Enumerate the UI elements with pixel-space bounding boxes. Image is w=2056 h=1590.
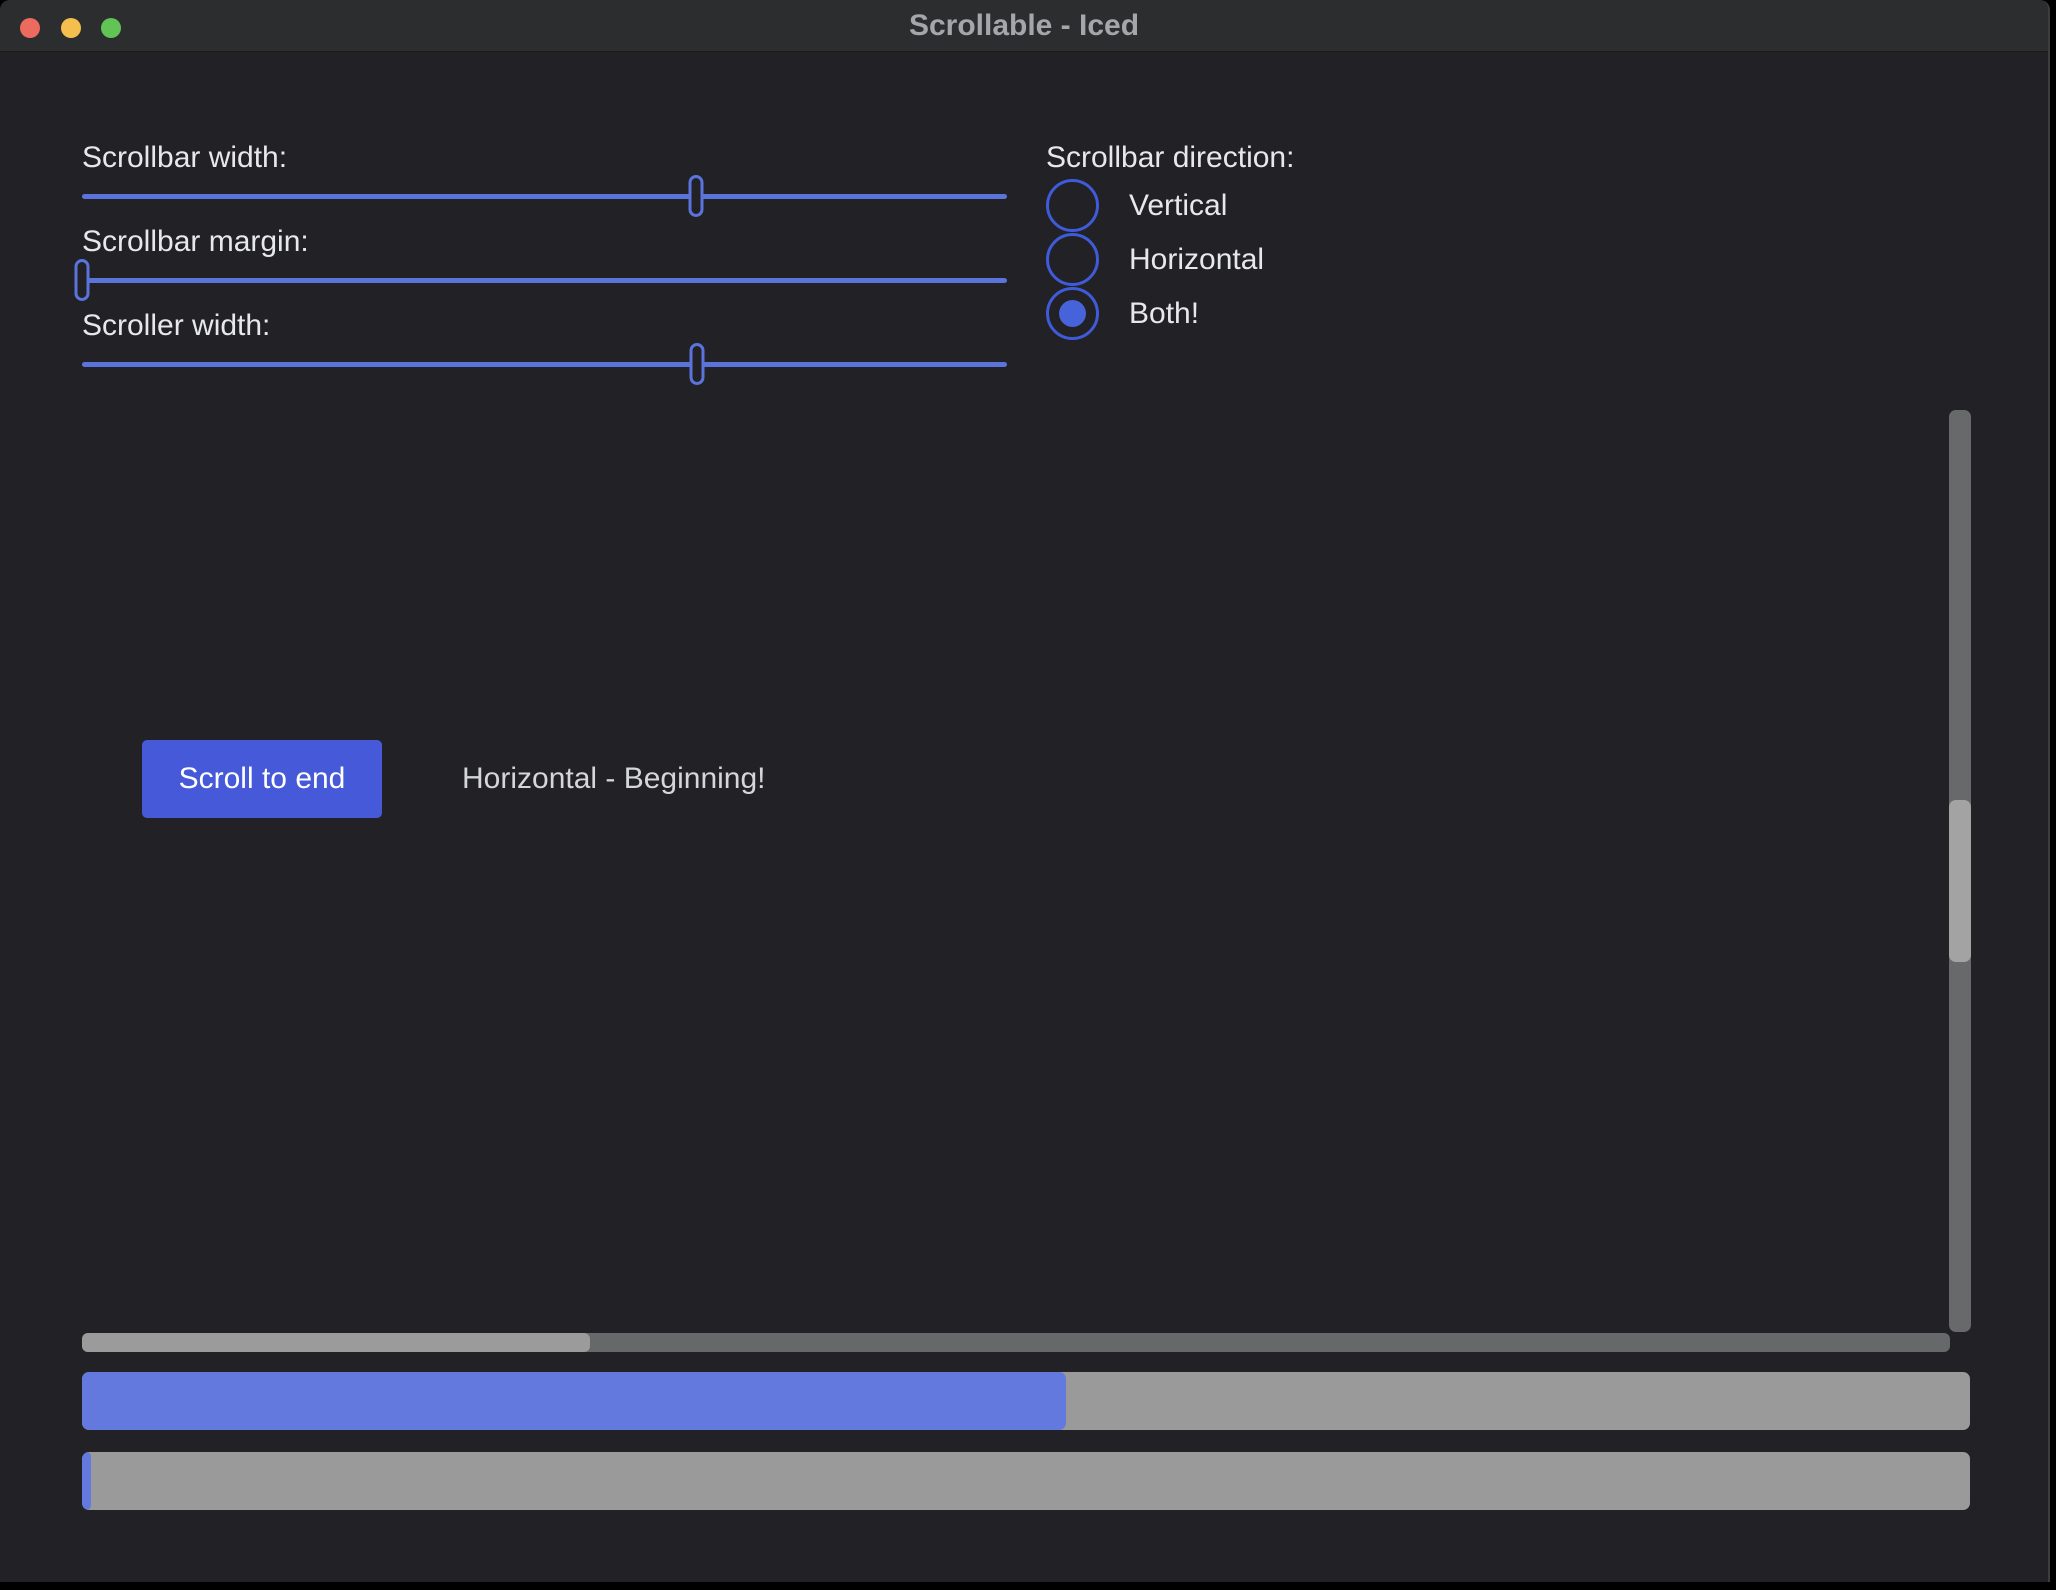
- scrollbar-width-slider-group: Scrollbar width:: [82, 140, 1007, 224]
- horizontal-scrollbar-track[interactable]: [82, 1333, 1950, 1352]
- scroller-width-label: Scroller width:: [82, 308, 1007, 344]
- scrollbar-direction-header: Scrollbar direction:: [1046, 140, 1466, 176]
- scrollbar-margin-slider-rail[interactable]: [82, 278, 1007, 283]
- vertical-progress-fill: [82, 1452, 91, 1510]
- radio-horizontal-label: Horizontal: [1129, 243, 1264, 277]
- radio-vertical-label: Vertical: [1129, 189, 1227, 223]
- radio-both[interactable]: Both!: [1046, 287, 1199, 340]
- scrollbar-direction-group: Scrollbar direction: Vertical Horizontal…: [1046, 140, 1466, 176]
- scroll-to-end-button[interactable]: Scroll to end: [142, 740, 382, 818]
- scrollbar-margin-slider-handle[interactable]: [75, 259, 90, 301]
- horizontal-scrollbar-thumb[interactable]: [82, 1333, 590, 1352]
- scroller-width-slider-handle[interactable]: [690, 343, 705, 385]
- scrollbar-width-slider-handle[interactable]: [689, 175, 704, 217]
- scrollbar-width-label: Scrollbar width:: [82, 140, 1007, 176]
- radio-dot-icon: [1059, 300, 1086, 327]
- window-title: Scrollable - Iced: [0, 0, 2048, 52]
- scroller-width-slider-rail[interactable]: [82, 362, 1007, 367]
- radio-vertical[interactable]: Vertical: [1046, 179, 1227, 232]
- horizontal-progress-bar: [82, 1372, 1970, 1430]
- vertical-scrollbar-thumb[interactable]: [1949, 800, 1971, 962]
- vertical-scrollbar-track[interactable]: [1949, 410, 1971, 1332]
- radio-both-label: Both!: [1129, 297, 1199, 331]
- scroll-status-text: Horizontal - Beginning!: [462, 762, 766, 796]
- radio-circle-icon: [1046, 179, 1099, 232]
- radio-circle-icon: [1046, 233, 1099, 286]
- scrollbar-width-slider-rail[interactable]: [82, 194, 1007, 199]
- scrollable-content-row: Scroll to end Horizontal - Beginning!: [142, 740, 766, 818]
- horizontal-progress-fill: [82, 1372, 1066, 1430]
- radio-horizontal[interactable]: Horizontal: [1046, 233, 1264, 286]
- title-bar: Scrollable - Iced: [0, 0, 2048, 52]
- app-window: Scrollable - Iced Scrollbar width: Scrol…: [0, 0, 2050, 1582]
- scrollbar-margin-slider-group: Scrollbar margin:: [82, 224, 1007, 308]
- scrollbar-margin-label: Scrollbar margin:: [82, 224, 1007, 260]
- scroller-width-slider-group: Scroller width:: [82, 308, 1007, 392]
- vertical-progress-bar: [82, 1452, 1970, 1510]
- radio-circle-icon: [1046, 287, 1099, 340]
